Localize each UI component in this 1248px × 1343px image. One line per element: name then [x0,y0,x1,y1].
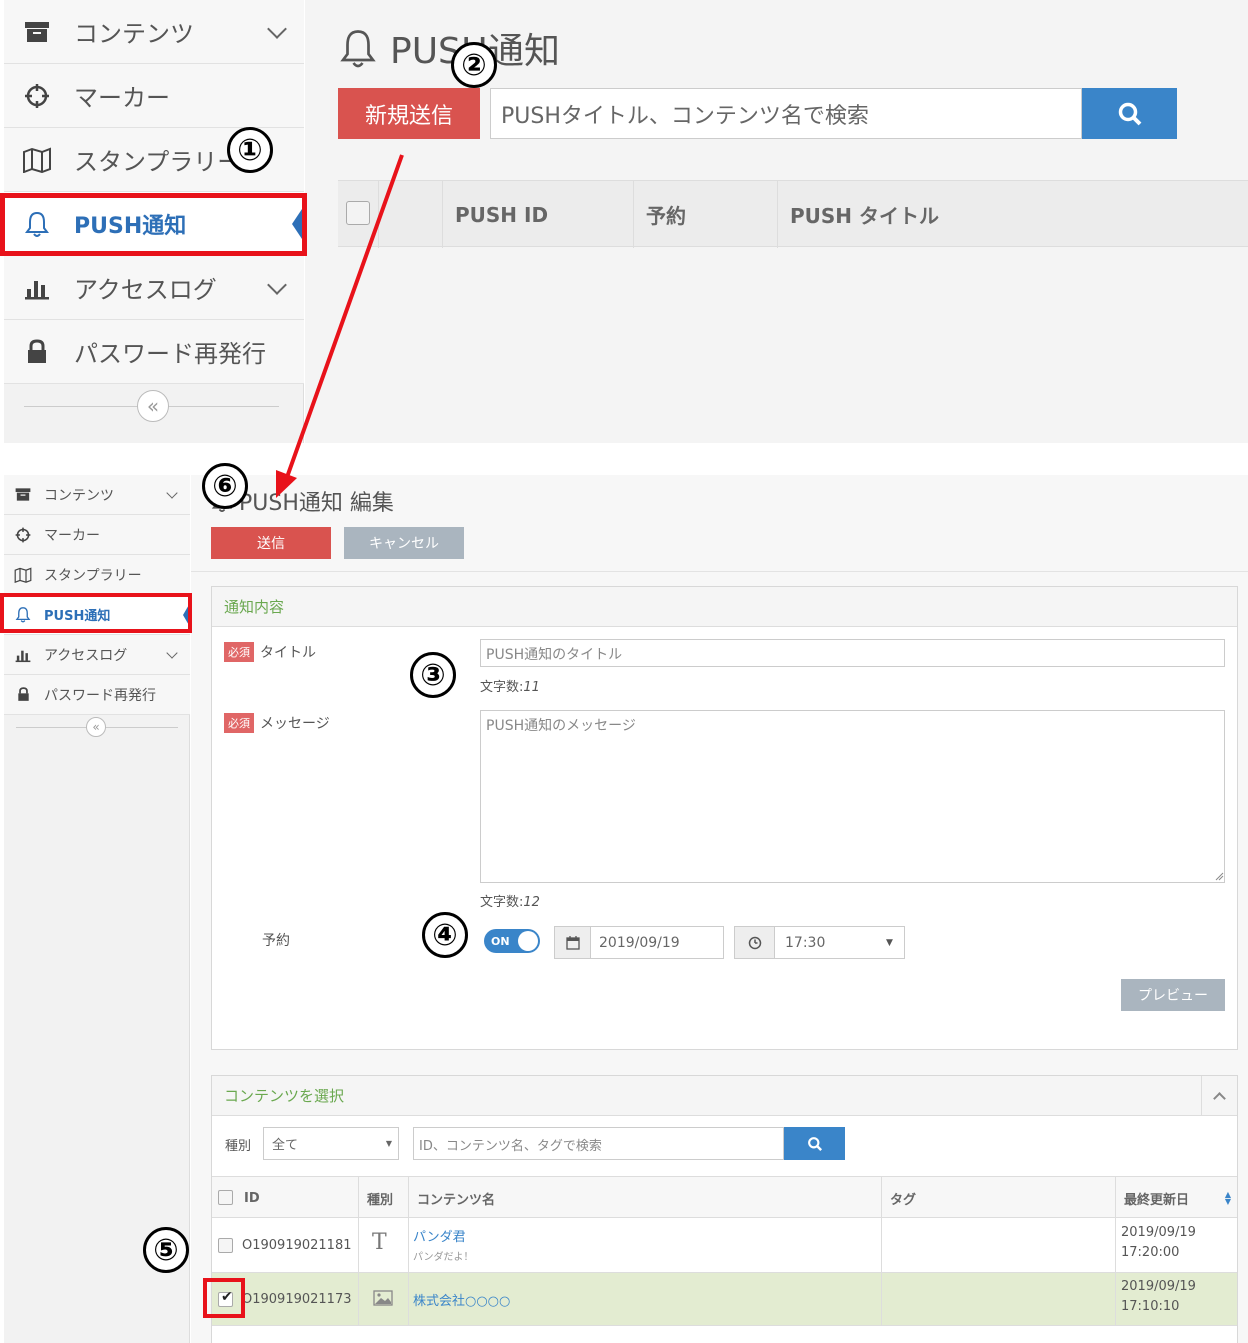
step-marker-3: ③ [410,652,456,698]
step-marker-1: ① [227,127,273,173]
step-marker-4: ④ [422,912,468,958]
step-marker-6: ⑥ [202,463,248,509]
annotation-arrow [276,154,404,498]
step-marker-2: ② [451,42,497,88]
step-marker-5: ⑤ [143,1227,189,1273]
